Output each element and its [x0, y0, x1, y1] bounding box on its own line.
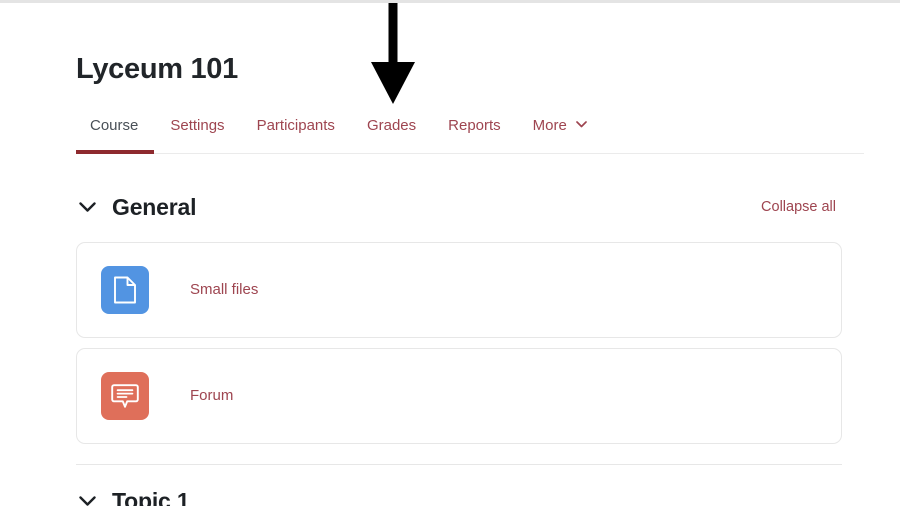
section-title-general: General: [112, 194, 197, 220]
section-header-topic-1: Topic 1: [76, 484, 864, 506]
section-title-topic-1: Topic 1: [112, 488, 190, 506]
screen: Lyceum 101 Course Settings Participants …: [0, 0, 900, 506]
tab-participants-label: Participants: [256, 117, 335, 134]
tab-more[interactable]: More: [517, 112, 603, 153]
page-title: Lyceum 101: [76, 53, 238, 85]
tab-reports[interactable]: Reports: [432, 112, 517, 153]
tab-course-label: Course: [90, 117, 139, 134]
activity-name-small-files[interactable]: Small files: [190, 279, 258, 301]
chevron-down-icon: [576, 121, 587, 128]
activity-name-forum[interactable]: Forum: [190, 385, 233, 407]
forum-bubble-icon: [101, 372, 149, 420]
chevron-down-icon[interactable]: [76, 196, 98, 218]
tab-participants[interactable]: Participants: [241, 112, 351, 153]
tab-course[interactable]: Course: [76, 112, 155, 154]
activity-card-small-files[interactable]: Small files: [76, 242, 842, 338]
tab-settings[interactable]: Settings: [154, 112, 240, 153]
section-header-general: General Collapse all: [76, 190, 864, 224]
activity-card-forum[interactable]: Forum: [76, 348, 842, 444]
tab-reports-label: Reports: [448, 117, 501, 134]
course-page: Lyceum 101 Course Settings Participants …: [0, 0, 900, 506]
tab-more-label: More: [532, 117, 567, 134]
document-icon: [101, 266, 149, 314]
collapse-all-link[interactable]: Collapse all: [761, 199, 864, 215]
course-nav-tabs: Course Settings Participants Grades Repo…: [76, 112, 864, 154]
tab-settings-label: Settings: [170, 117, 225, 134]
section-divider: [76, 464, 842, 465]
tab-grades-label: Grades: [366, 117, 417, 134]
tab-grades[interactable]: Grades: [351, 112, 432, 153]
chevron-down-icon[interactable]: [76, 490, 98, 506]
